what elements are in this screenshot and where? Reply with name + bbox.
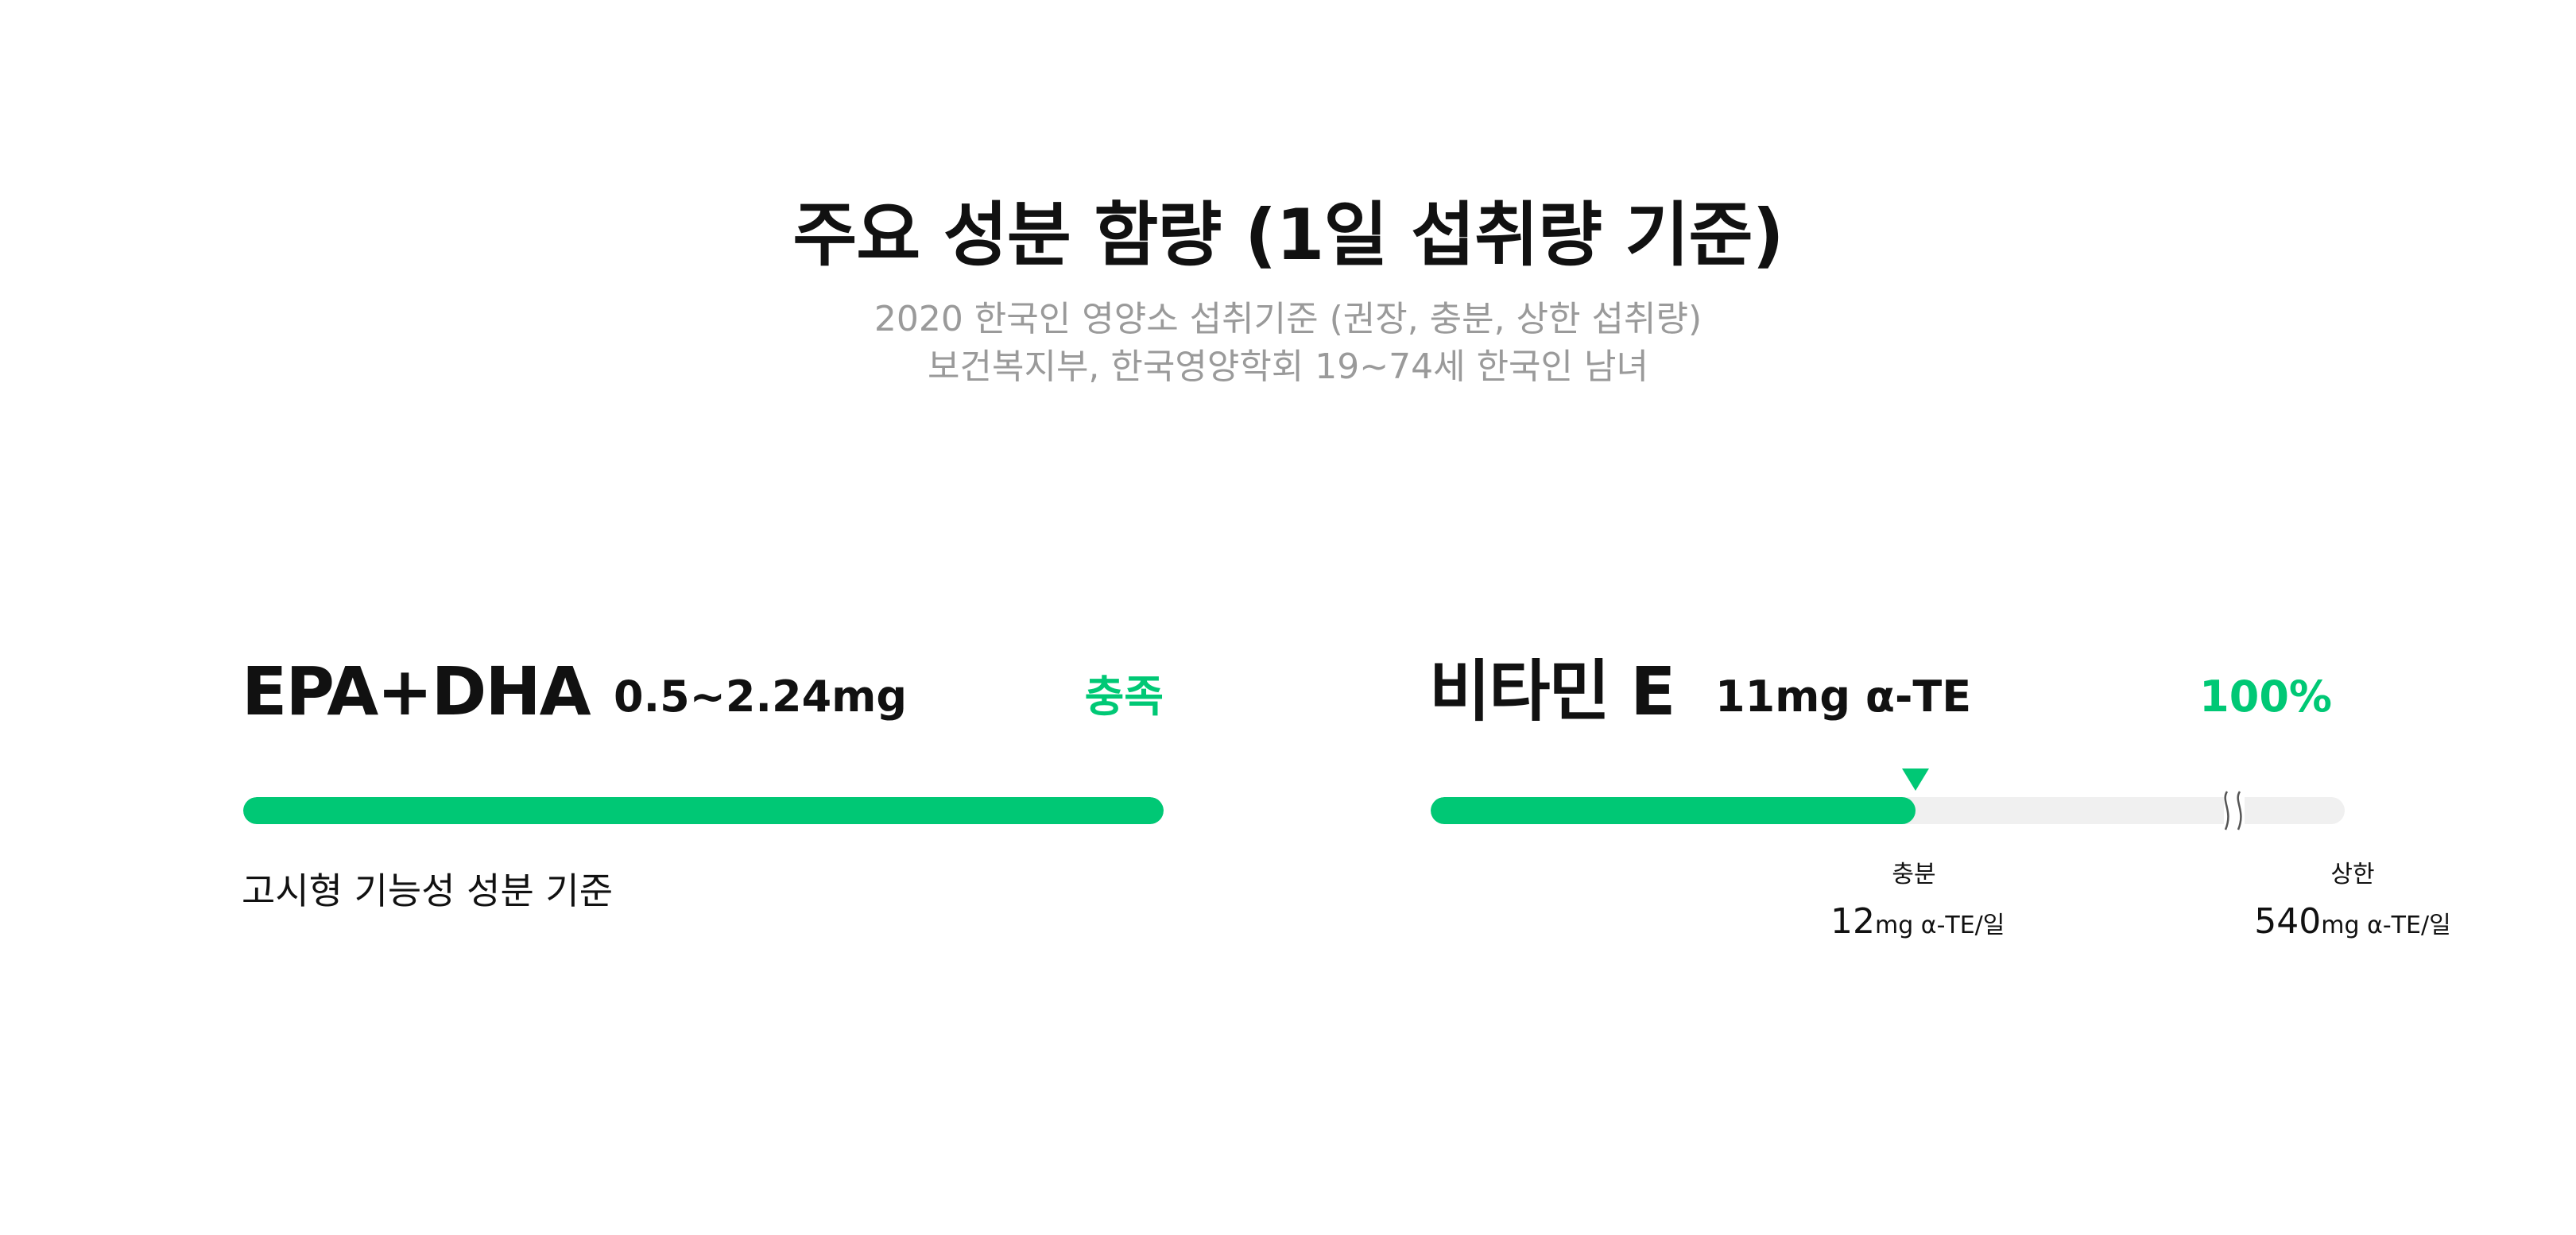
- reference-upper-limit: 상한 540mg α-TE/일: [2249, 857, 2456, 951]
- subtitle-source: 보건복지부, 한국영양학회 19~74세 한국인 남녀: [928, 346, 1648, 387]
- nutrient-amount: 0.5~2.24mg: [614, 672, 908, 722]
- nutrient-amount: 11mg α-TE: [1715, 672, 1972, 722]
- subtitle-standard: 2020 한국인 영양소 섭취기준 (권장, 충분, 상한 섭취량): [874, 299, 1702, 339]
- scale-break-icon: [2224, 791, 2245, 830]
- page-title: 주요 성분 함량 (1일 섭취량 기준): [792, 194, 1784, 276]
- nutrient-name: EPA+DHA: [242, 652, 591, 730]
- progress-fill: [243, 797, 1164, 824]
- nutrient-card-vitamin-e: 비타민 E 11mg α-TE 100% 충분 12mg α-TE/일 상한 5…: [1429, 644, 2462, 978]
- reference-value: 12mg α-TE/일: [1830, 896, 2005, 951]
- progress-track: [243, 797, 1164, 824]
- reference-label: 충분: [1892, 861, 1936, 889]
- reference-number: 540: [2254, 901, 2322, 942]
- reference-value: 540mg α-TE/일: [2249, 896, 2456, 951]
- reference-number: 12: [1830, 901, 1875, 942]
- nutrient-name: 비타민 E: [1429, 652, 1675, 730]
- progress-track: [1431, 797, 2345, 824]
- current-level-marker-icon: [1901, 768, 1929, 791]
- reference-label: 상한: [2330, 861, 2375, 889]
- reference-unit: mg α-TE/일: [2321, 912, 2451, 939]
- reference-unit: mg α-TE/일: [1875, 912, 2005, 939]
- progress-fill: [1431, 797, 1916, 824]
- nutrient-status: 충족: [1084, 672, 1164, 722]
- reference-adequate: 충분 12mg α-TE/일: [1830, 857, 2005, 951]
- nutrient-status: 100%: [2199, 672, 2332, 722]
- basis-note: 고시형 기능성 성분 기준: [242, 869, 614, 912]
- nutrient-card-epa-dha: EPA+DHA 0.5~2.24mg 충족 고시형 기능성 성분 기준: [242, 644, 1164, 978]
